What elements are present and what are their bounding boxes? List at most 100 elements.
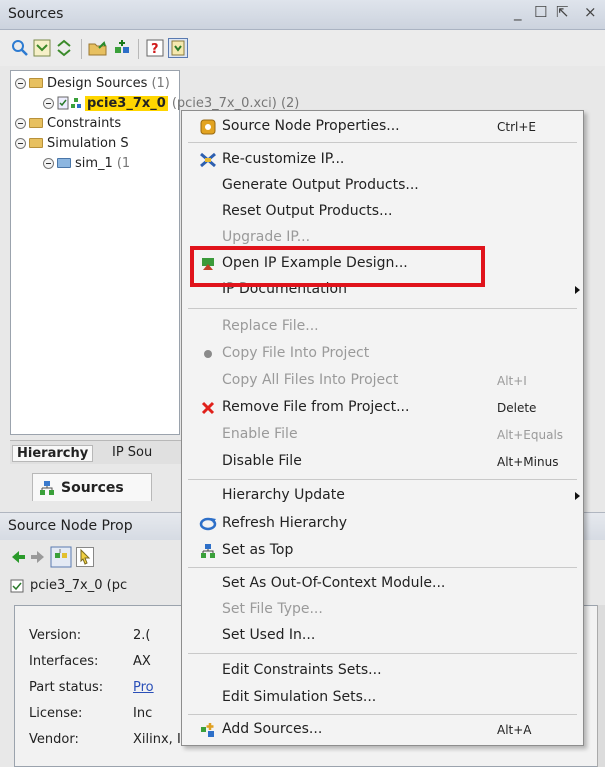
properties-object-name: pcie3_7x_0 (pc (30, 578, 128, 593)
menu-item-hierarchy-update[interactable]: Hierarchy Update (182, 483, 583, 509)
svg-text:?: ? (151, 42, 159, 57)
menu-separator (188, 714, 577, 715)
menu-item-edit-simulation-sets[interactable]: Edit Simulation Sets... (182, 685, 583, 711)
menu-item-label: Hierarchy Update (222, 487, 345, 503)
menu-item-shortcut: Alt+Equals (497, 428, 564, 442)
tab-hierarchy[interactable]: Hierarchy (12, 445, 94, 462)
menu-item-add-sources[interactable]: Add Sources... Alt+A (182, 717, 583, 743)
menu-item-label: Set File Type... (222, 601, 323, 617)
menu-item-enable-file: Enable File Alt+Equals (182, 422, 583, 448)
add-hierarchy-icon[interactable] (112, 38, 132, 58)
menu-item-refresh-hierarchy[interactable]: Refresh Hierarchy (182, 511, 583, 537)
copy-dot-icon (199, 345, 217, 363)
menu-item-remove-file-from-project[interactable]: Remove File from Project... Delete (182, 395, 583, 421)
part-status-link[interactable]: Pro (133, 680, 154, 695)
refresh-icon (199, 515, 217, 533)
menu-item-shortcut: Alt+Minus (497, 455, 559, 469)
show-properties-icon[interactable] (168, 38, 188, 58)
ip-core-icon (57, 96, 81, 110)
property-row: Vendor: Xilinx, Inc. (29, 728, 200, 750)
property-row: Part status: Pro (29, 676, 154, 698)
property-label: Vendor: (29, 731, 79, 747)
property-label: Interfaces: (29, 653, 99, 669)
menu-item-label: Add Sources... (222, 721, 323, 737)
sources-tab-icon (40, 480, 54, 495)
collapse-toggle-icon[interactable] (15, 77, 26, 89)
float-icon[interactable]: ⇱ (556, 3, 569, 21)
pointer-icon[interactable] (76, 547, 94, 567)
menu-item-set-used-in[interactable]: Set Used In... (182, 623, 583, 649)
properties-scrollbar[interactable] (597, 605, 605, 767)
select-object-icon[interactable] (50, 546, 72, 568)
design-sources-count: (1) (151, 75, 170, 91)
menu-item-label: Copy File Into Project (222, 345, 370, 361)
property-row: Interfaces: AX (29, 650, 151, 672)
ip-item-file: (pcie3_7x_0.xci) (2) (171, 95, 300, 111)
properties-icon (199, 118, 217, 136)
menu-item-set-as-top[interactable]: Set as Top (182, 538, 583, 564)
minimize-icon[interactable]: _ (514, 3, 522, 21)
sim-1-count: (1 (116, 155, 131, 171)
context-menu: Source Node Properties... Ctrl+E Re-cust… (181, 110, 584, 746)
menu-item-shortcut: Delete (497, 401, 537, 415)
menu-item-shortcut: Alt+I (497, 374, 527, 388)
menu-item-generate-output-products[interactable]: Generate Output Products... (182, 173, 583, 199)
tree-row-design-sources[interactable]: Design Sources (1) (15, 73, 170, 93)
menu-item-reset-output-products[interactable]: Reset Output Products... (182, 199, 583, 225)
forward-arrow-icon[interactable] (30, 549, 46, 565)
expand-all-icon[interactable] (54, 38, 74, 58)
close-icon[interactable]: × (584, 3, 597, 21)
menu-item-edit-constraints-sets[interactable]: Edit Constraints Sets... (182, 658, 583, 684)
menu-item-label: Refresh Hierarchy (222, 515, 347, 531)
remove-x-icon (199, 399, 217, 417)
sources-tree[interactable]: Design Sources (1) pcie3_7x_0 (pcie3_7x_… (10, 70, 299, 435)
property-label: License: (29, 705, 83, 721)
folder-icon (29, 78, 43, 88)
properties-object-line: pcie3_7x_0 (pc (10, 578, 127, 593)
menu-item-disable-file[interactable]: Disable File Alt+Minus (182, 449, 583, 475)
toolbar-divider-2 (138, 39, 139, 59)
collapse-toggle-icon[interactable] (15, 137, 26, 149)
set-top-icon (199, 542, 217, 560)
menu-item-label: Copy All Files Into Project (222, 372, 399, 388)
tab-sources[interactable]: Sources (32, 473, 152, 501)
help-icon[interactable]: ? (145, 38, 165, 58)
sim-1-label: sim_1 (75, 155, 113, 171)
property-row: License: Inc (29, 702, 152, 724)
menu-item-label: Generate Output Products... (222, 177, 419, 193)
tree-row-constraints[interactable]: Constraints (15, 113, 121, 133)
property-value: Inc (133, 705, 153, 721)
menu-item-label: Replace File... (222, 318, 319, 334)
menu-item-copy-all-files-into-project: Copy All Files Into Project Alt+I (182, 368, 583, 394)
menu-item-label: Upgrade IP... (222, 229, 311, 245)
folder-icon (29, 118, 43, 128)
simulation-sources-label: Simulation S (47, 135, 129, 151)
ip-file-icon (10, 579, 24, 592)
menu-item-label: Reset Output Products... (222, 203, 393, 219)
menu-item-set-as-out-of-context-module[interactable]: Set As Out-Of-Context Module... (182, 571, 583, 597)
ip-item-label: pcie3_7x_0 (85, 95, 168, 111)
tree-row-sim-1[interactable]: sim_1 (1 (43, 153, 130, 173)
menu-item-source-node-properties[interactable]: Source Node Properties... Ctrl+E (182, 114, 583, 140)
menu-item-label: Edit Simulation Sets... (222, 689, 377, 705)
menu-item-label: Re-customize IP... (222, 151, 345, 167)
tree-row-simulation-sources[interactable]: Simulation S (15, 133, 129, 153)
tab-ip-sources[interactable]: IP Sou (112, 445, 152, 460)
sources-toolbar: ? (0, 30, 605, 66)
menu-item-label: Disable File (222, 453, 302, 469)
menu-separator (188, 479, 577, 480)
maximize-icon[interactable]: ☐ (534, 3, 547, 21)
back-arrow-icon[interactable] (10, 549, 26, 565)
menu-separator (188, 567, 577, 568)
folder-icon (29, 138, 43, 148)
collapse-toggle-icon[interactable] (43, 97, 54, 109)
sources-view-tabs: Hierarchy IP Sou (10, 440, 190, 464)
menu-item-label: Remove File from Project... (222, 399, 410, 415)
menu-item-label: Enable File (222, 426, 298, 442)
collapse-toggle-icon[interactable] (43, 157, 54, 169)
collapse-all-icon[interactable] (32, 38, 52, 58)
open-folder-icon[interactable] (88, 38, 108, 58)
search-icon[interactable] (10, 38, 30, 58)
menu-item-recustomize-ip[interactable]: Re-customize IP... (182, 147, 583, 173)
collapse-toggle-icon[interactable] (15, 117, 26, 129)
